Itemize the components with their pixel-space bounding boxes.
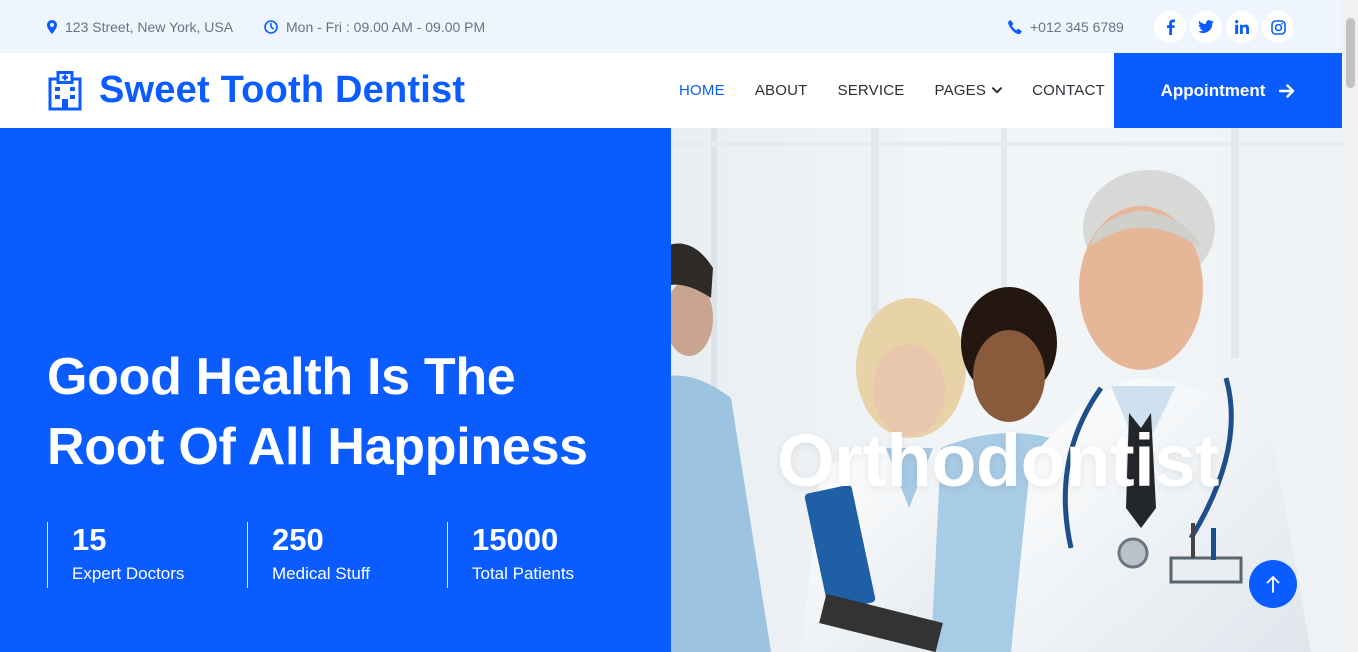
hero-title-line-1: Good Health Is The	[47, 348, 516, 406]
page: 123 Street, New York, USA Mon - Fri : 09…	[0, 0, 1358, 652]
nav-item-label: CONTACT	[1032, 82, 1105, 99]
linkedin-icon	[1235, 20, 1249, 34]
nav-item-service[interactable]: SERVICE	[823, 82, 920, 99]
stat-medical-stuff: 250 Medical Stuff	[247, 522, 447, 588]
nav-item-contact[interactable]: CONTACT	[1017, 82, 1120, 99]
stat-value: 15	[72, 522, 107, 557]
hero-title-line-2: Root Of All Happiness	[47, 418, 588, 476]
doctors-photo	[671, 128, 1342, 652]
twitter-icon	[1198, 20, 1214, 33]
nav-item-label: HOME	[679, 82, 725, 99]
arrow-up-icon	[1266, 576, 1280, 593]
hours-text: Mon - Fri : 09.00 AM - 09.00 PM	[286, 18, 486, 35]
nav-menu: HOME ABOUT SERVICE PAGES CONTACT	[664, 53, 1120, 128]
nav-item-label: SERVICE	[837, 82, 905, 99]
hours-info: Mon - Fri : 09.00 AM - 09.00 PM	[264, 0, 485, 53]
nav-item-label: PAGES	[934, 82, 987, 99]
main-navbar: Sweet Tooth Dentist HOME ABOUT SERVICE P…	[0, 53, 1342, 128]
nav-item-pages[interactable]: PAGES	[919, 82, 1017, 99]
brand-logo[interactable]: Sweet Tooth Dentist	[47, 53, 465, 128]
linkedin-link[interactable]	[1226, 11, 1258, 43]
appointment-button[interactable]: Appointment	[1114, 53, 1342, 128]
stat-label: Expert Doctors	[72, 564, 185, 583]
phone-text: +012 345 6789	[1030, 18, 1124, 35]
brand-name: Sweet Tooth Dentist	[99, 69, 466, 111]
instagram-link[interactable]	[1262, 11, 1294, 43]
social-links	[1154, 11, 1294, 43]
instagram-icon	[1270, 19, 1286, 35]
nav-item-label: ABOUT	[754, 82, 808, 99]
facebook-icon	[1166, 19, 1175, 35]
phone-icon	[1008, 19, 1022, 34]
stat-total-patients: 15000 Total Patients	[447, 522, 647, 588]
stat-value: 250	[272, 522, 324, 557]
hospital-icon	[48, 70, 82, 110]
appointment-label: Appointment	[1160, 80, 1266, 100]
stat-expert-doctors: 15 Expert Doctors	[47, 522, 247, 588]
hero-title: Good Health Is The Root Of All Happiness	[47, 342, 647, 482]
clock-icon	[264, 19, 278, 34]
hero-image: Orthodontist	[671, 128, 1342, 652]
map-marker-icon	[47, 19, 57, 34]
facebook-link[interactable]	[1154, 11, 1186, 43]
hero-stats: 15 Expert Doctors 250 Medical Stuff 1500…	[47, 522, 647, 588]
stat-label: Medical Stuff	[272, 564, 370, 583]
page-scrollbar[interactable]	[1342, 0, 1358, 652]
stat-value: 15000	[472, 522, 559, 557]
nav-item-about[interactable]: ABOUT	[740, 82, 823, 99]
address-text: 123 Street, New York, USA	[65, 18, 234, 35]
back-to-top-button[interactable]	[1249, 560, 1297, 608]
nav-item-home[interactable]: HOME	[664, 82, 740, 99]
chevron-down-icon	[992, 87, 1003, 94]
scrollbar-thumb[interactable]	[1346, 18, 1355, 88]
address-info: 123 Street, New York, USA	[47, 0, 233, 53]
stat-label: Total Patients	[472, 564, 575, 583]
top-info-bar: 123 Street, New York, USA Mon - Fri : 09…	[0, 0, 1342, 53]
twitter-link[interactable]	[1190, 11, 1222, 43]
hero-image-caption: Orthodontist	[777, 419, 1220, 502]
arrow-right-icon	[1279, 83, 1295, 98]
phone-info[interactable]: +012 345 6789	[1008, 0, 1124, 53]
